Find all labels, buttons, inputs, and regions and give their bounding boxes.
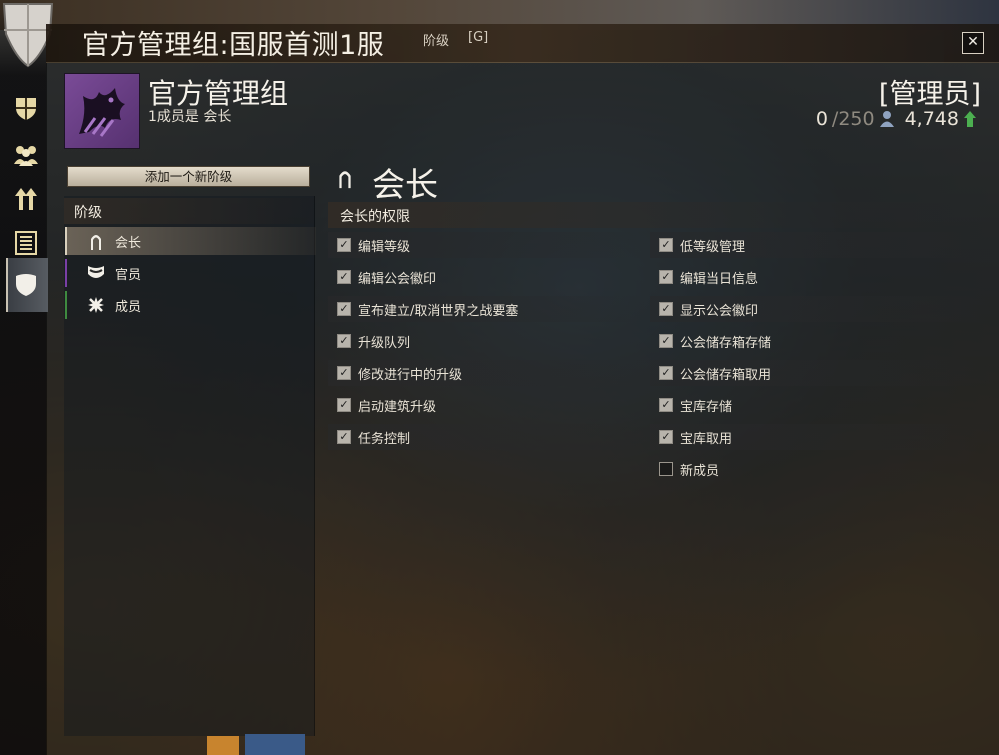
- leader-rank-icon: [85, 230, 107, 252]
- member-rank-icon: [85, 294, 107, 316]
- permission-label: 低等级管理: [680, 239, 746, 255]
- permission-row[interactable]: ✓ 升级队列: [328, 328, 648, 354]
- emblem-shield-icon[interactable]: [13, 272, 39, 298]
- checkbox-checked[interactable]: ✓: [337, 302, 351, 316]
- dragon-emblem-icon: [79, 88, 125, 137]
- rank-label: 会长: [115, 235, 142, 251]
- checkbox-checked[interactable]: ✓: [659, 334, 673, 348]
- permission-row[interactable]: ✓ 编辑公会徽印: [328, 264, 648, 290]
- add-rank-button[interactable]: 添加一个新阶级: [67, 166, 310, 187]
- permission-label: 编辑公会徽印: [358, 271, 437, 287]
- permission-label: 任务控制: [358, 431, 411, 447]
- permission-label: 编辑等级: [358, 239, 411, 255]
- permission-row[interactable]: ✓ 启动建筑升级: [328, 392, 648, 418]
- influence-value: 4,748: [904, 108, 959, 130]
- officer-rank-icon: [85, 262, 107, 284]
- influence-icon: [964, 111, 976, 127]
- guild-emblem: [64, 73, 140, 149]
- selected-rank-title: 会长: [372, 165, 438, 204]
- permission-row[interactable]: ✓ 宝库存储: [650, 392, 980, 418]
- members-cap: /250: [831, 108, 875, 130]
- checkbox-checked[interactable]: ✓: [659, 302, 673, 316]
- checkbox-checked[interactable]: ✓: [337, 334, 351, 348]
- checkbox-checked[interactable]: ✓: [337, 398, 351, 412]
- permission-label: 升级队列: [358, 335, 411, 351]
- permission-row[interactable]: ✓ 编辑当日信息: [650, 264, 980, 290]
- permission-row[interactable]: ✓ 公会储存箱取用: [650, 360, 980, 386]
- checkbox-checked[interactable]: ✓: [659, 238, 673, 252]
- permission-row[interactable]: 新成员: [650, 456, 980, 482]
- permission-row[interactable]: ✓ 显示公会徽印: [650, 296, 980, 322]
- permission-label: 修改进行中的升级: [358, 367, 463, 383]
- permission-label: 宝库取用: [680, 431, 733, 447]
- checkbox-checked[interactable]: ✓: [337, 270, 351, 284]
- permission-row[interactable]: ✓ 宣布建立/取消世界之战要塞: [328, 296, 648, 322]
- checkbox-checked[interactable]: ✓: [337, 430, 351, 444]
- rank-item-officer[interactable]: 官员: [65, 259, 316, 287]
- checkbox-checked[interactable]: ✓: [337, 366, 351, 380]
- title-tag-g: [G]: [468, 30, 489, 45]
- permission-label: 启动建筑升级: [358, 399, 437, 415]
- permission-row[interactable]: ✓ 低等级管理: [650, 232, 980, 258]
- permission-row[interactable]: ✓ 编辑等级: [328, 232, 648, 258]
- permissions-header-label: 会长的权限: [340, 209, 410, 225]
- ranks-header: 阶级: [64, 198, 314, 224]
- permission-label: 新成员: [680, 463, 720, 479]
- bottom-bar-icons: [207, 734, 305, 755]
- checkbox-checked[interactable]: ✓: [659, 366, 673, 380]
- permission-label: 公会储存箱取用: [680, 367, 772, 383]
- permission-label: 宣布建立/取消世界之战要塞: [358, 303, 519, 319]
- ranks-header-label: 阶级: [74, 205, 102, 221]
- member-summary: 1成员是 会长: [148, 109, 232, 125]
- members-count: 0: [815, 108, 828, 130]
- checkbox-checked[interactable]: ✓: [337, 238, 351, 252]
- rank-item-leader[interactable]: 会长: [65, 227, 316, 255]
- permission-row[interactable]: ✓ 任务控制: [328, 424, 648, 450]
- permissions-header: 会长的权限: [328, 202, 988, 228]
- permission-label: 公会储存箱存储: [680, 335, 772, 351]
- rank-label: 成员: [115, 299, 142, 315]
- permission-row[interactable]: ✓ 修改进行中的升级: [328, 360, 648, 386]
- close-button[interactable]: ✕: [962, 32, 984, 54]
- checkbox-unchecked[interactable]: [659, 462, 673, 476]
- checkbox-checked[interactable]: ✓: [659, 430, 673, 444]
- guild-rank-label: [管理员]: [878, 79, 981, 110]
- checkbox-checked[interactable]: ✓: [659, 270, 673, 284]
- leader-rank-icon: [339, 171, 351, 189]
- rank-label: 官员: [115, 267, 142, 283]
- member-icon: [879, 111, 894, 127]
- permission-label: 宝库存储: [680, 399, 733, 415]
- permission-row[interactable]: ✓ 公会储存箱存储: [650, 328, 980, 354]
- permission-label: 显示公会徽印: [680, 303, 759, 319]
- guild-shield-icon[interactable]: [13, 96, 39, 122]
- upgrades-icon[interactable]: [13, 186, 39, 212]
- roster-icon[interactable]: [13, 142, 39, 168]
- rank-item-member[interactable]: 成员: [65, 291, 316, 319]
- checkbox-checked[interactable]: ✓: [659, 398, 673, 412]
- title-tag-rank: 阶级: [423, 34, 450, 49]
- permission-row[interactable]: ✓ 宝库取用: [650, 424, 980, 450]
- guild-stats: 0/250 4,748: [816, 108, 977, 130]
- window-title: 官方管理组:国服首测1服: [82, 30, 385, 61]
- permission-label: 编辑当日信息: [680, 271, 759, 287]
- log-icon[interactable]: [13, 230, 39, 256]
